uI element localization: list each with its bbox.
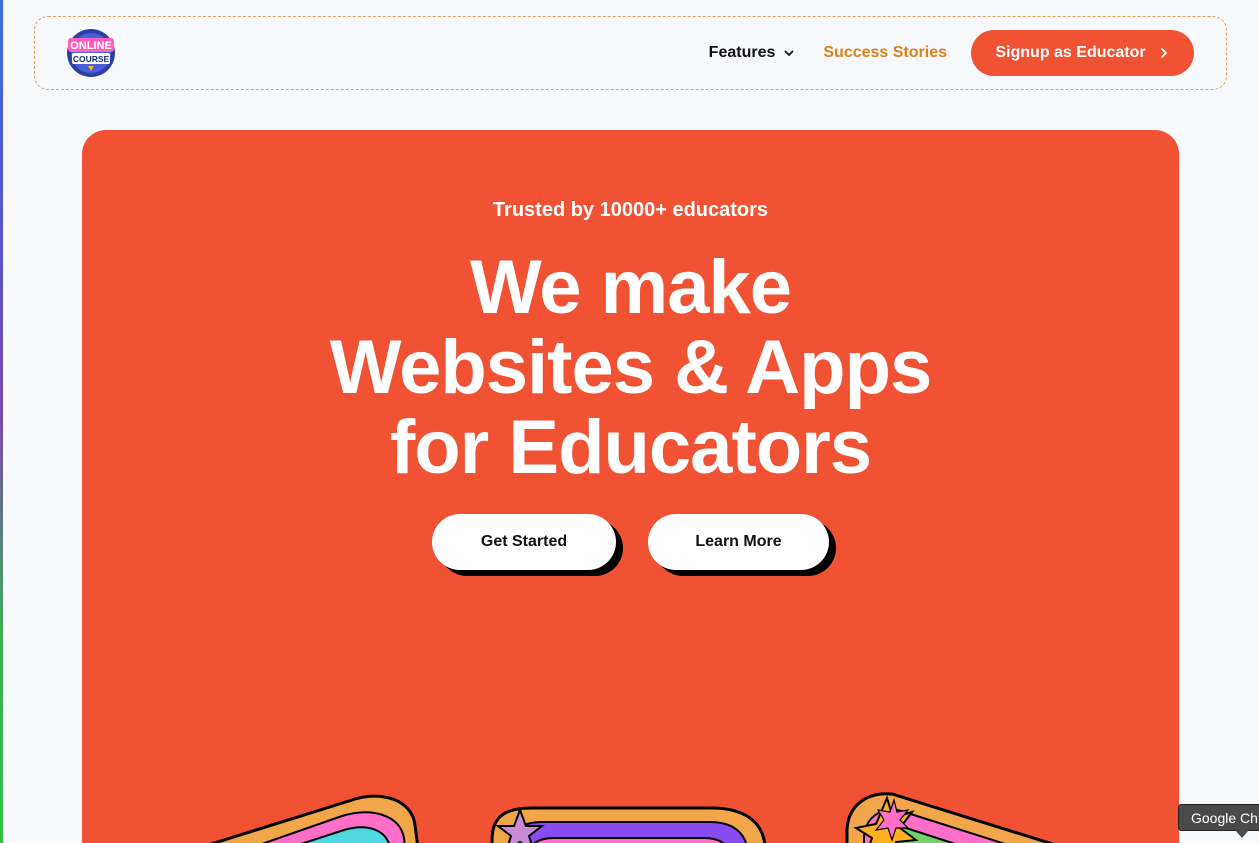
tooltip-tail bbox=[1235, 830, 1249, 838]
nav-features[interactable]: Features bbox=[709, 44, 796, 62]
signup-educator-button[interactable]: Signup as Educator bbox=[971, 30, 1194, 76]
online-course-logo-icon: ONLINE COURSE bbox=[67, 29, 115, 77]
headline-line-3: for Educators bbox=[389, 405, 872, 490]
desktop-edge-strip bbox=[0, 0, 3, 843]
logo[interactable]: ONLINE COURSE bbox=[66, 28, 116, 78]
chevron-right-icon bbox=[1160, 48, 1167, 58]
site-header: ONLINE COURSE Features Success Stories S… bbox=[34, 16, 1227, 90]
headline-line-1: We make bbox=[469, 245, 792, 330]
signup-button-label: Signup as Educator bbox=[995, 44, 1146, 61]
decor-card-right bbox=[845, 792, 1055, 843]
svg-text:ONLINE: ONLINE bbox=[70, 40, 112, 52]
decor-card-middle bbox=[490, 806, 767, 843]
get-started-button[interactable]: Get Started bbox=[432, 514, 616, 570]
trusted-tagline: Trusted by 10000+ educators bbox=[492, 199, 769, 221]
hero-headline: We make Websites & Apps for Educators bbox=[82, 248, 1179, 488]
headline-line-2: Websites & Apps bbox=[329, 325, 933, 410]
chevron-down-icon bbox=[784, 50, 794, 56]
learn-more-button[interactable]: Learn More bbox=[648, 514, 829, 570]
hero-section: Trusted by 10000+ educators We make Webs… bbox=[82, 130, 1179, 843]
decorative-cards-illustration bbox=[209, 792, 1055, 843]
main-nav: Features Success Stories Signup as Educa… bbox=[709, 30, 1194, 76]
svg-text:COURSE: COURSE bbox=[73, 54, 110, 64]
browser-tooltip: Google Ch bbox=[1178, 804, 1259, 831]
page: ONLINE COURSE Features Success Stories S… bbox=[0, 0, 1259, 843]
cta-row: Get Started Learn More bbox=[82, 514, 1179, 570]
nav-features-label: Features bbox=[708, 44, 776, 61]
nav-success-stories[interactable]: Success Stories bbox=[823, 44, 947, 62]
decor-card-left bbox=[209, 794, 419, 843]
